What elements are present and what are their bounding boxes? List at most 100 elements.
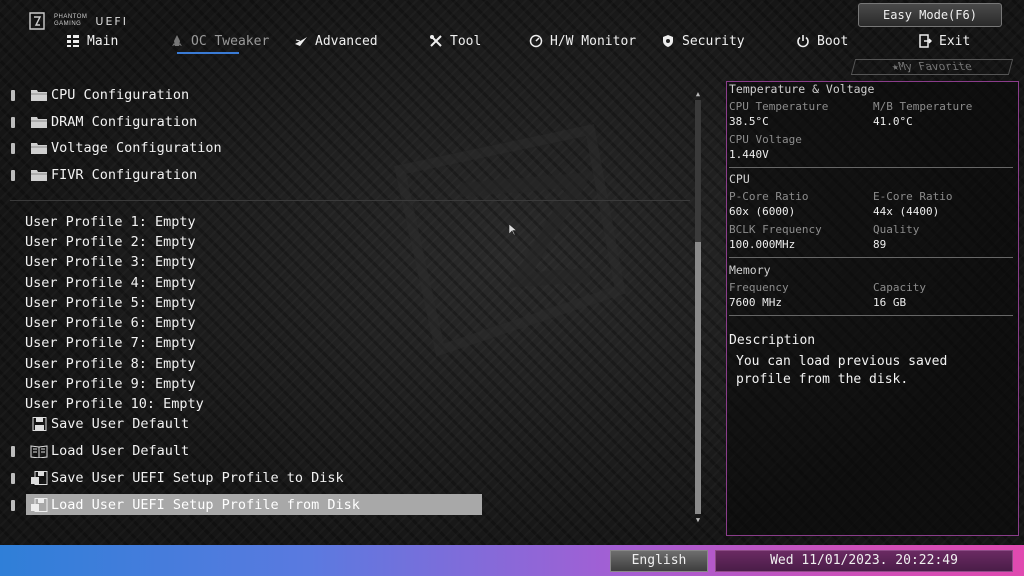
row-bullet (11, 499, 15, 511)
tab-hw-monitor-label: H/W Monitor (550, 33, 637, 49)
uefi-label: UEFI (95, 14, 128, 28)
panel-separator (729, 167, 1013, 168)
profile-label: User Profile 1: Empty (25, 214, 196, 230)
profile-label: User Profile 3: Empty (25, 254, 196, 270)
quality-value: 89 (873, 238, 887, 251)
list-item-user-profile-4[interactable]: User Profile 4: Empty (0, 273, 690, 293)
list-item-user-profile-7[interactable]: User Profile 7: Empty (0, 333, 690, 353)
easy-mode-button[interactable]: Easy Mode(F6) (858, 3, 1002, 27)
scroll-up-arrow-icon[interactable]: ▲ (694, 90, 702, 98)
date-time-display[interactable]: Wed 11/01/2023. 20:22:49 (715, 550, 1013, 572)
load-book-icon (30, 445, 48, 458)
tab-advanced-label: Advanced (315, 33, 378, 49)
list-item-cpu-configuration[interactable]: CPU Configuration (0, 85, 690, 105)
list-item-user-profile-5[interactable]: User Profile 5: Empty (0, 293, 690, 313)
list-item-label: Load User UEFI Setup Profile from Disk (51, 497, 360, 513)
my-favorite-label: My Favorite (896, 60, 974, 73)
description-text: You can load previous saved profile from… (736, 354, 948, 387)
scroll-down-arrow-icon[interactable]: ▼ (694, 516, 702, 524)
tab-hw-monitor[interactable]: H/W Monitor (529, 30, 636, 52)
save-to-disk-icon (31, 471, 48, 485)
tab-main-label: Main (87, 33, 119, 49)
star-jet-icon (295, 37, 307, 46)
list-item-user-profile-1[interactable]: User Profile 1: Empty (0, 212, 690, 232)
pcore-ratio-value: 60x (6000) (729, 205, 796, 218)
list-item-load-profile-from-disk[interactable]: Load User UEFI Setup Profile from Disk (0, 494, 690, 515)
menu-list-icon (67, 35, 79, 47)
language-button[interactable]: English (610, 550, 708, 572)
profile-label: User Profile 10: Empty (25, 396, 204, 412)
list-divider (10, 200, 690, 201)
ecore-ratio-value: 44x (4400) (873, 205, 940, 218)
exit-icon (919, 34, 932, 48)
load-from-disk-icon (31, 498, 48, 512)
row-bullet (11, 116, 15, 128)
list-item-user-profile-10[interactable]: User Profile 10: Empty (0, 394, 690, 414)
tab-security[interactable]: Security (661, 30, 745, 52)
list-scrollbar[interactable]: ▲ ▼ (693, 90, 703, 524)
list-item-load-user-default[interactable]: Load User Default (0, 441, 690, 461)
cpu-voltage-label: CPU Voltage (729, 133, 802, 146)
tab-exit-label: Exit (939, 33, 971, 49)
tab-tool[interactable]: Tool (429, 30, 481, 52)
row-bullet (11, 445, 15, 457)
folder-icon (31, 170, 47, 181)
tab-advanced[interactable]: Advanced (294, 30, 378, 52)
profile-label: User Profile 4: Empty (25, 275, 196, 291)
cpu-temp-label: CPU Temperature (729, 100, 829, 113)
tools-icon (430, 35, 442, 47)
shield-icon (663, 35, 673, 47)
description-heading: Description (729, 333, 816, 348)
list-item-save-profile-to-disk[interactable]: Save User UEFI Setup Profile to Disk (0, 468, 690, 488)
cpu-voltage-value: 1.440V (729, 148, 769, 161)
tab-boot[interactable]: Boot (796, 30, 848, 52)
my-favorite-button[interactable]: ★ My Favorite (850, 59, 1014, 75)
scroll-thumb[interactable] (695, 242, 701, 514)
ecore-ratio-label: E-Core Ratio (873, 190, 953, 203)
tab-exit[interactable]: Exit (918, 30, 970, 52)
mouse-pointer-icon (509, 224, 517, 236)
profile-label: User Profile 5: Empty (25, 295, 196, 311)
brand-logo: PHANTOM GAMING UEFI (28, 10, 128, 32)
list-item-user-profile-9[interactable]: User Profile 9: Empty (0, 374, 690, 394)
folder-icon (31, 143, 47, 154)
list-item-save-user-default[interactable]: Save User Default (0, 414, 690, 434)
list-item-label: Load User Default (51, 443, 190, 459)
row-bullet (11, 169, 15, 181)
list-item-user-profile-6[interactable]: User Profile 6: Empty (0, 313, 690, 333)
row-bullet (11, 142, 15, 154)
memory-frequency-label: Frequency (729, 281, 789, 294)
quality-label: Quality (873, 223, 920, 236)
cpu-temp-value: 38.5°C (729, 115, 769, 128)
power-icon (797, 35, 809, 48)
profile-label: User Profile 2: Empty (25, 234, 196, 250)
profile-label: User Profile 7: Empty (25, 335, 196, 351)
brand-line1: PHANTOM (54, 14, 88, 20)
folder-icon (31, 90, 47, 101)
memory-capacity-value: 16 GB (873, 296, 907, 309)
list-item-dram-configuration[interactable]: DRAM Configuration (0, 112, 690, 132)
list-item-user-profile-3[interactable]: User Profile 3: Empty (0, 252, 690, 272)
cpu-heading: CPU (729, 172, 750, 186)
bclk-frequency-label: BCLK Frequency (729, 223, 822, 236)
row-bullet (11, 89, 15, 101)
memory-frequency-value: 7600 MHz (729, 296, 782, 309)
list-item-user-profile-8[interactable]: User Profile 8: Empty (0, 354, 690, 374)
top-nav: Main OC Tweaker Advanced Tool H/W Monito… (0, 30, 1024, 52)
list-item-voltage-configuration[interactable]: Voltage Configuration (0, 138, 690, 158)
profile-label: User Profile 9: Empty (25, 376, 196, 392)
tab-tool-label: Tool (450, 33, 482, 49)
pcore-ratio-label: P-Core Ratio (729, 190, 809, 203)
list-item-user-profile-2[interactable]: User Profile 2: Empty (0, 232, 690, 252)
list-item-fivr-configuration[interactable]: FIVR Configuration (0, 165, 690, 185)
brand-text: PHANTOM GAMING (54, 14, 87, 28)
tab-oc-tweaker[interactable]: OC Tweaker (170, 30, 269, 52)
rocket-icon (172, 35, 182, 46)
panel-separator (729, 315, 1013, 316)
tab-security-label: Security (682, 33, 745, 49)
tab-main[interactable]: Main (66, 30, 118, 52)
memory-capacity-label: Capacity (873, 281, 926, 294)
panel-separator (729, 257, 1013, 258)
mb-temp-label: M/B Temperature (873, 100, 973, 113)
row-bullet (11, 472, 15, 484)
